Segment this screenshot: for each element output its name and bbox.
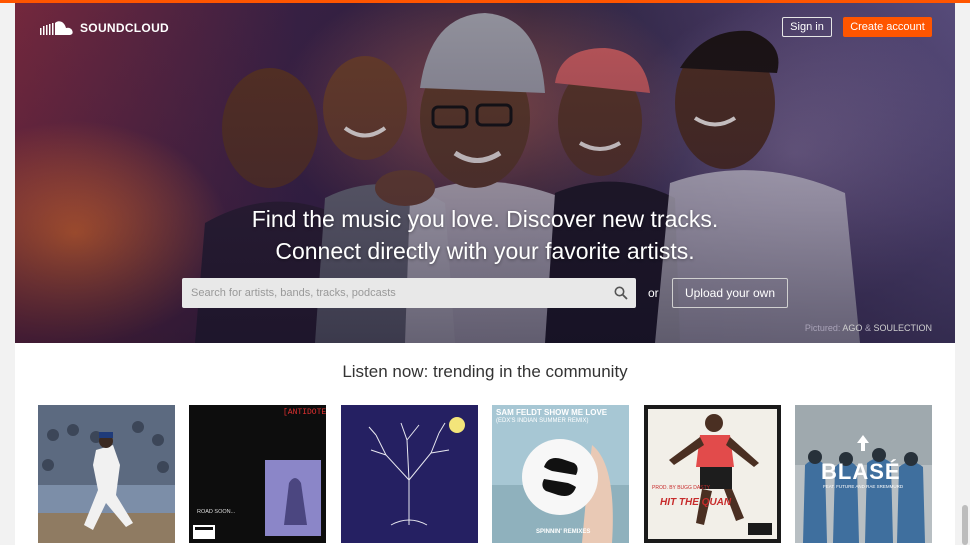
antidote-label: [ANTIDOTE] [283, 408, 326, 417]
or-separator: or [648, 286, 659, 300]
spinnin-remix-cover-art [492, 405, 629, 543]
credit-label: Pictured: [804, 323, 841, 333]
antidote-cover-art [189, 405, 326, 543]
hero-banner: SOUNDCLOUD Sign in Create account Find t… [15, 3, 955, 343]
page-scrollbar[interactable] [962, 505, 968, 545]
brand-name: SOUNDCLOUD [80, 21, 169, 35]
trending-track-6[interactable]: BLASÉ FEAT. FUTURE AND RAE SREMMURD [795, 405, 932, 543]
soundcloud-logo[interactable]: SOUNDCLOUD [40, 20, 169, 36]
trending-track-5[interactable]: HIT THE QUAN PROD. BY BUGG DASTY [644, 405, 781, 543]
blase-title: BLASÉ [821, 459, 901, 484]
spinnin-title: SAM FELDT SHOW ME LOVE [496, 408, 608, 417]
upload-button[interactable]: Upload your own [672, 278, 788, 308]
hit-the-quan-producer: PROD. BY BUGG DASTY [652, 485, 710, 491]
create-account-button[interactable]: Create account [843, 17, 932, 37]
trending-track-3[interactable] [341, 405, 478, 543]
spinnin-subtitle: (EDX'S INDIAN SUMMER REMIX) [496, 418, 589, 424]
trending-title: Listen now: trending in the community [342, 362, 628, 381]
spinnin-footer: SPINNIN' REMIXES [536, 529, 591, 535]
blase-subtitle: FEAT. FUTURE AND RAE SREMMURD [823, 484, 904, 489]
trending-section: Listen now: trending in the community [A… [15, 343, 955, 545]
credit-ampersand: & [864, 323, 871, 333]
hit-the-quan-title: HIT THE QUAN [660, 497, 732, 508]
search-icon[interactable] [614, 286, 628, 300]
antidote-subtitle: ROAD SOON... [197, 509, 236, 515]
hit-the-quan-cover-art [644, 405, 781, 543]
credit-artist-ago[interactable]: AGO [842, 323, 862, 333]
photo-credit: Pictured: AGO & SOULECTION [805, 323, 932, 333]
trending-track-2[interactable]: [ANTIDOTE] ROAD SOON... [189, 405, 326, 543]
trending-track-4[interactable]: SAM FELDT SHOW ME LOVE (EDX'S INDIAN SUM… [492, 405, 629, 543]
trending-track-1[interactable] [38, 405, 175, 543]
headline-line-1: Find the music you love. Discover new tr… [251, 206, 719, 232]
credit-artist-soulection[interactable]: SOULECTION [873, 323, 932, 333]
baseball-player-cover-art [38, 405, 175, 543]
sign-in-button[interactable]: Sign in [782, 17, 832, 37]
soundcloud-cloud-icon [40, 21, 73, 35]
search-box [182, 278, 636, 308]
search-input[interactable] [182, 278, 602, 308]
headline-line-2: Connect directly with your favorite arti… [275, 238, 695, 264]
hero-headline: Find the music you love. Discover new tr… [15, 203, 955, 267]
tree-cover-art [341, 405, 478, 543]
